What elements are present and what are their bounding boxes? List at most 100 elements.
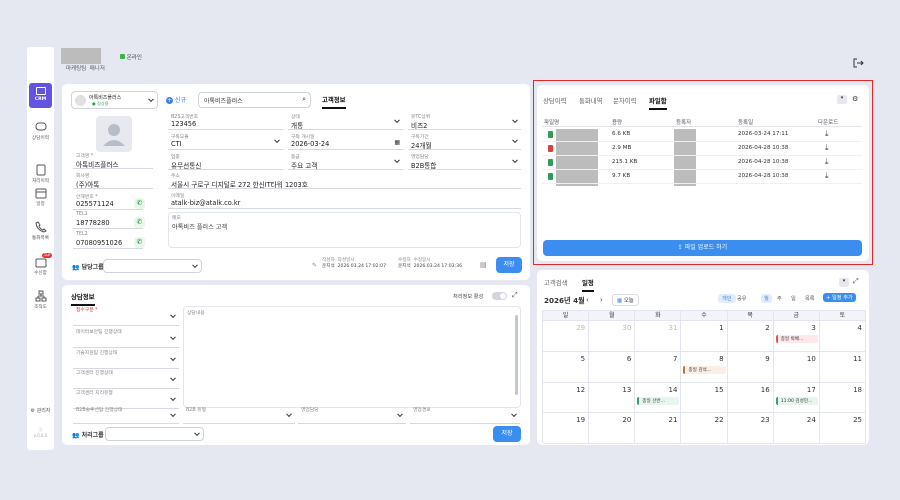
tel1-field[interactable]: TEL1 18778280 bbox=[73, 212, 143, 229]
view-list[interactable]: 목록 bbox=[805, 295, 815, 302]
calendar-day[interactable]: 1 bbox=[681, 321, 728, 352]
group-select[interactable] bbox=[103, 259, 202, 273]
module-select[interactable]: 구독모듈 CTI bbox=[168, 133, 283, 150]
process-toggle[interactable] bbox=[492, 292, 507, 300]
status-select[interactable]: 상태 개통 bbox=[288, 113, 403, 130]
prev-month-icon[interactable]: ‹ bbox=[586, 296, 589, 304]
calendar-day[interactable]: 18 bbox=[819, 382, 866, 414]
calendar-day[interactable]: 5 bbox=[543, 351, 590, 383]
customer-save-button[interactable]: 저장 bbox=[496, 257, 522, 273]
industry-field[interactable]: 업종 유무선통신 bbox=[168, 153, 283, 170]
download-icon[interactable]: ⤓ bbox=[825, 157, 829, 167]
tab-sms-history[interactable]: 문자이력 bbox=[613, 96, 637, 105]
sidebar-admin[interactable]: ⚙ 관리자 bbox=[27, 407, 54, 414]
calendar-day[interactable]: 20 bbox=[589, 413, 636, 444]
b2b-type-select[interactable]: B2B 유형 bbox=[183, 406, 295, 424]
calendar-event[interactable]: 종일 김석... bbox=[683, 365, 726, 374]
expand-icon[interactable]: ⤢ bbox=[853, 277, 859, 286]
calendar-day[interactable]: 30 bbox=[589, 321, 636, 352]
scope-personal[interactable]: 개인 bbox=[718, 294, 736, 303]
customer-search-input[interactable]: 아톡비즈플러스 ⌕ bbox=[198, 92, 311, 108]
collapse-button[interactable]: ▾ bbox=[839, 278, 849, 287]
call-icon[interactable]: ✆ bbox=[134, 217, 145, 228]
calendar-day[interactable]: 22 bbox=[681, 413, 728, 444]
intake-type-select[interactable]: 접수구분 * bbox=[73, 306, 179, 326]
calendar-day[interactable]: 29 bbox=[543, 321, 590, 352]
calendar-day[interactable]: 11 bbox=[819, 351, 866, 383]
tab-customer-search[interactable]: 고객검색 bbox=[544, 278, 568, 287]
sidebar-item-inbox[interactable]: 수신함 53 bbox=[27, 253, 54, 276]
sidebar-item-org[interactable]: 조직도 bbox=[27, 290, 54, 310]
tab-call-history[interactable]: 통화내역 bbox=[579, 96, 603, 105]
period-select[interactable]: 구독기간 24개월 bbox=[408, 133, 521, 150]
logout-icon[interactable] bbox=[852, 57, 866, 69]
download-icon[interactable]: ⤓ bbox=[825, 171, 829, 181]
sales-owner-select[interactable]: 영업담당 B2B통합 bbox=[408, 153, 521, 170]
view-day[interactable]: 일 bbox=[791, 295, 796, 302]
history-icon[interactable]: ▤ bbox=[480, 261, 487, 269]
calendar-day[interactable]: 6 bbox=[589, 351, 636, 383]
b2s-id-field[interactable]: B2S고객번호 123456 bbox=[168, 113, 283, 130]
tech-team-status-select[interactable]: 기술지원팀 진행상태 bbox=[73, 349, 179, 369]
sidebar-item-process[interactable]: 처리이력 bbox=[27, 164, 54, 184]
email-field[interactable]: 이메일 atalk-biz@atalk.co.kr bbox=[168, 192, 521, 209]
file-upload-button[interactable]: ⇪ 파일 업로드 하기 bbox=[543, 240, 862, 256]
calendar-day[interactable]: 2 bbox=[727, 321, 774, 352]
file-row[interactable]: 2.9 MB 2026-04-28 10:38 ⤓ bbox=[542, 142, 862, 156]
sales-owner-select[interactable]: 영업담당 bbox=[298, 406, 406, 424]
calendar-event[interactable]: 종일 박배... bbox=[775, 335, 818, 343]
b2b-status-select[interactable]: B2B솔루션팀 진행상태 bbox=[73, 406, 179, 424]
calendar-day[interactable]: 15 bbox=[681, 382, 728, 414]
address-field[interactable]: 주소 서울시 구로구 디지털로 272 한신IT타워 1203호 bbox=[168, 172, 521, 189]
grade-select[interactable]: 등급 주요 고객 bbox=[288, 153, 403, 170]
calendar-day[interactable]: 31 bbox=[635, 321, 682, 352]
call-icon[interactable]: ✆ bbox=[134, 237, 145, 248]
calendar-event[interactable]: 11:00 김성민... bbox=[775, 396, 818, 405]
scope-shared[interactable]: 공유 bbox=[737, 295, 747, 302]
today-button[interactable]: ▦ 오늘 bbox=[612, 294, 639, 306]
sidebar-item-schedule[interactable]: 일정 bbox=[27, 187, 54, 207]
consult-content-textarea[interactable]: 상담내용 bbox=[183, 306, 521, 408]
view-month[interactable]: 월 bbox=[761, 294, 772, 303]
sales-route-select[interactable]: 영업경로 bbox=[410, 406, 520, 424]
download-icon[interactable]: ⤓ bbox=[825, 129, 829, 139]
tab-customer-info[interactable]: 고객정보 bbox=[322, 95, 346, 109]
calendar-day[interactable]: 21 bbox=[635, 413, 682, 444]
center-status-select[interactable]: 고객센터 진행상태 bbox=[73, 369, 179, 389]
sidebar-item-calls[interactable]: 통화목록 bbox=[27, 221, 54, 241]
process-group-select[interactable] bbox=[105, 427, 204, 441]
calendar-day[interactable]: 7 bbox=[635, 351, 682, 383]
calendar-icon[interactable]: ▦ bbox=[394, 139, 400, 146]
tab-file-box[interactable]: 파일함 bbox=[649, 96, 667, 110]
collapse-button[interactable]: ▾ bbox=[837, 95, 847, 104]
call-icon[interactable]: ✆ bbox=[134, 198, 145, 209]
memo-field[interactable]: 메모 아톡비즈 플러스 고객 bbox=[168, 212, 521, 248]
phone-field[interactable]: 안해번호 * 025571124 bbox=[73, 193, 143, 210]
sidebar-item-crm[interactable]: CRM bbox=[29, 83, 52, 108]
calendar-day[interactable]: 25 bbox=[819, 413, 866, 444]
data-team-status-select[interactable]: 데이터보안팀 진행상태 bbox=[73, 328, 179, 348]
calendar-day[interactable]: 16 bbox=[727, 382, 774, 414]
tel2-field[interactable]: TEL2 07080951026 bbox=[73, 232, 143, 249]
scrollbar[interactable] bbox=[515, 315, 518, 395]
tab-consult-history[interactable]: 상담이력 bbox=[543, 96, 567, 105]
search-icon[interactable]: ⌕ bbox=[302, 95, 306, 104]
company-field[interactable]: 회사명 (주)아톡 bbox=[73, 172, 153, 189]
calendar-day[interactable]: 4 bbox=[819, 321, 866, 352]
file-row[interactable]: 6.6 KB 2026-03-24 17:11 ⤓ bbox=[542, 128, 862, 142]
calendar-day[interactable]: 24 bbox=[773, 413, 820, 444]
add-schedule-button[interactable]: + 일정 추가 bbox=[823, 293, 856, 302]
download-icon[interactable]: ⤓ bbox=[825, 143, 829, 153]
file-row[interactable]: 215.1 KB 2026-04-28 10:38 ⤓ bbox=[542, 156, 862, 170]
calendar-day[interactable]: 19 bbox=[543, 413, 590, 444]
name-field[interactable]: 고객명 * 아톡비즈플러스 bbox=[73, 152, 153, 169]
file-row[interactable]: 9.7 KB 2026-04-28 10:38 ⤓ bbox=[542, 170, 862, 184]
sidebar-item-consult[interactable]: 상담이력 bbox=[27, 121, 54, 141]
calendar-day[interactable]: 9 bbox=[727, 351, 774, 383]
view-week[interactable]: 주 bbox=[777, 295, 782, 302]
next-month-icon[interactable]: › bbox=[600, 296, 603, 304]
start-date-field[interactable]: 구독 개시일 2026-03-24 ▦ bbox=[288, 133, 403, 150]
calendar-day[interactable]: 23 bbox=[727, 413, 774, 444]
expand-icon[interactable]: ⤢ bbox=[512, 291, 518, 300]
calendar-day[interactable]: 10 bbox=[773, 351, 820, 383]
